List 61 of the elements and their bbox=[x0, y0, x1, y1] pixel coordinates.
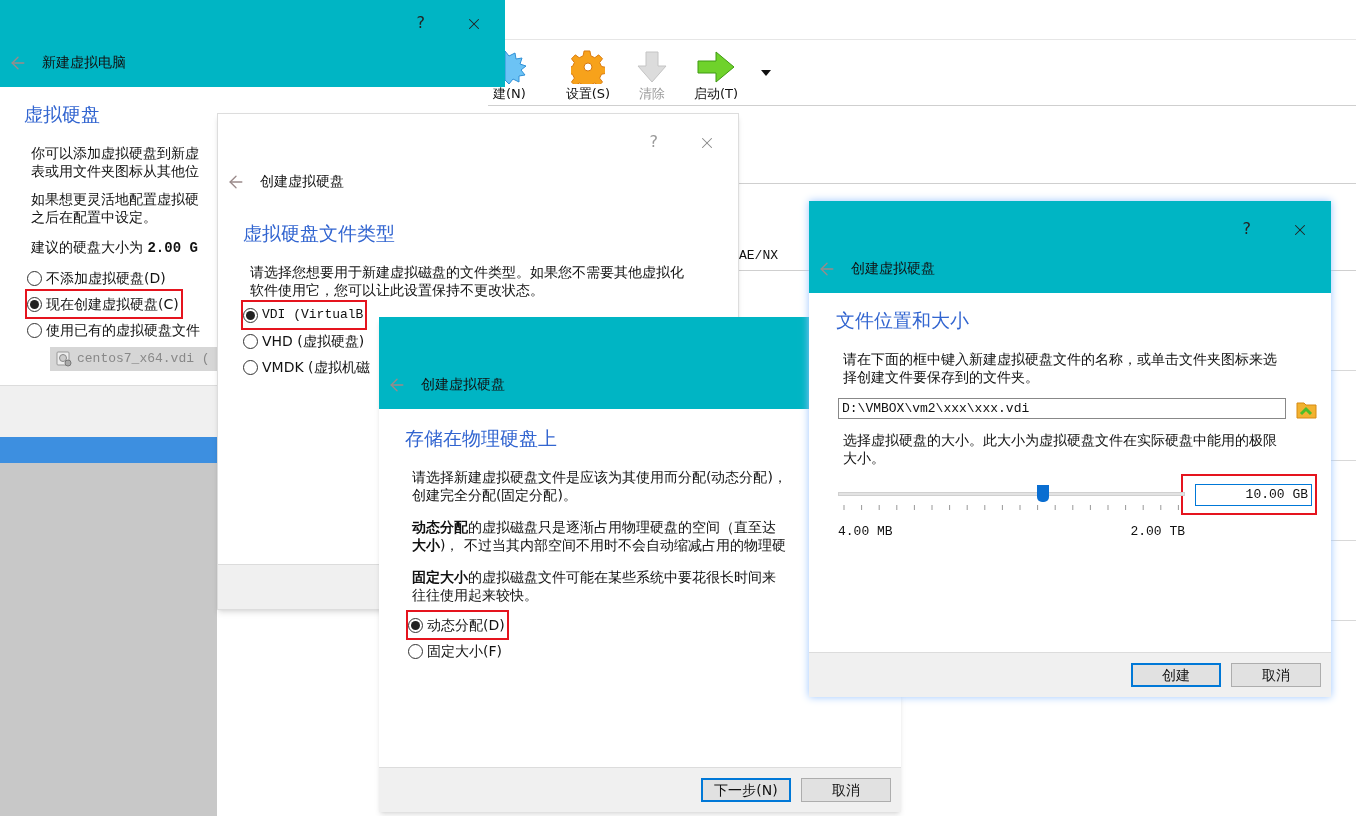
radio-option[interactable]: 固定大小(F) bbox=[408, 638, 504, 664]
dialog-title: 新建虚拟电脑 bbox=[42, 53, 126, 72]
description-text: 大小。 bbox=[843, 449, 885, 467]
toolbar-button[interactable]: 建(N) bbox=[493, 40, 556, 105]
page-heading: 虚拟硬盘 bbox=[24, 102, 100, 126]
down-arrow-icon bbox=[635, 50, 669, 84]
page-heading: 存储在物理硬盘上 bbox=[405, 426, 557, 450]
dialog-button[interactable]: 取消 bbox=[1231, 663, 1321, 687]
radio-option[interactable]: 不添加虚拟硬盘(D) bbox=[27, 265, 168, 291]
description-text: 你可以添加虚拟硬盘到新虚 bbox=[31, 144, 199, 162]
detail-text: AE/NX bbox=[739, 246, 778, 265]
description-text: 选择虚拟硬盘的大小。此大小为虚拟硬盘文件在实际硬盘中能用的极限 bbox=[843, 431, 1277, 449]
radio-option[interactable]: 动态分配(D) bbox=[408, 612, 507, 638]
radio-option[interactable]: 使用已有的虚拟硬盘文件 bbox=[27, 317, 202, 343]
description-text: 请在下面的框中键入新建虚拟硬盘文件的名称，或单击文件夹图标来选 bbox=[843, 350, 1277, 368]
radio-button[interactable] bbox=[27, 270, 42, 286]
description-text: 请选择您想要用于新建虚拟磁盘的文件类型。如果您不需要其他虚拟化 bbox=[250, 263, 684, 281]
radio-option[interactable]: VDI (VirtualB bbox=[243, 302, 366, 328]
dialog-button[interactable]: 下一步(N) bbox=[701, 778, 791, 802]
dialog-button[interactable]: 创建 bbox=[1131, 663, 1221, 687]
dialog-button[interactable]: 取消 bbox=[801, 778, 891, 802]
radio-option[interactable]: VHD (虚拟硬盘) bbox=[243, 328, 367, 354]
slider-thumb[interactable] bbox=[1036, 485, 1049, 502]
gear-icon bbox=[571, 50, 605, 84]
description-text: 择创建文件要保存到的文件夹。 bbox=[843, 368, 1039, 386]
description-text: 创建完全分配(固定分配)。 bbox=[412, 486, 577, 504]
dialog-title: 创建虚拟硬盘 bbox=[260, 172, 344, 191]
radio-button[interactable] bbox=[408, 643, 423, 659]
radio-option[interactable]: 现在创建虚拟硬盘(C) bbox=[27, 291, 181, 317]
radio-button[interactable] bbox=[27, 322, 42, 338]
radio-button[interactable] bbox=[243, 359, 258, 375]
min-size-label: 4.00 MB bbox=[838, 523, 893, 541]
help-button[interactable]: ? bbox=[416, 13, 425, 33]
radio-button[interactable] bbox=[27, 296, 42, 312]
description-text: 动态分配的虚拟磁盘只是逐渐占用物理硬盘的空间（直至达 bbox=[412, 518, 776, 536]
page-heading: 虚拟硬盘文件类型 bbox=[243, 221, 395, 245]
description-text: 请选择新建虚拟硬盘文件是应该为其使用而分配(动态分配)， bbox=[412, 468, 787, 486]
description-text: 之后在配置中设定。 bbox=[31, 208, 157, 226]
description-text: 表或用文件夹图标从其他位 bbox=[31, 162, 199, 180]
page-heading: 文件位置和大小 bbox=[836, 308, 969, 332]
description-text: 大小)， 不过当其内部空间不用时不会自动缩减占用的物理硬 bbox=[412, 536, 786, 554]
toolbar-button[interactable]: 设置(S) bbox=[556, 40, 620, 105]
max-size-label: 2.00 TB bbox=[1130, 523, 1185, 541]
description-text: 固定大小的虚拟磁盘文件可能在某些系统中要花很长时间来 bbox=[412, 568, 776, 586]
help-button[interactable]: ? bbox=[1242, 219, 1251, 239]
radio-button[interactable] bbox=[243, 333, 258, 349]
size-slider[interactable] bbox=[838, 484, 1185, 504]
description-text: 软件使用它，您可以让此设置保持不更改状态。 bbox=[250, 281, 544, 299]
size-field[interactable]: 10.00 GB bbox=[1195, 483, 1312, 506]
radio-button[interactable] bbox=[243, 307, 258, 323]
dialog-title: 创建虚拟硬盘 bbox=[851, 259, 935, 278]
radio-button[interactable] bbox=[408, 617, 423, 633]
description-text: 如果想更灵活地配置虚拟硬 bbox=[31, 190, 199, 208]
description-text: 往往使用起来较快。 bbox=[412, 586, 538, 604]
dialog-title: 创建虚拟硬盘 bbox=[421, 375, 505, 394]
radio-option[interactable]: VMDK (虚拟机磁 bbox=[243, 354, 372, 380]
description-text: 建议的硬盘大小为 2.00 G bbox=[31, 238, 198, 257]
toolbar-button[interactable]: 启动(T) bbox=[684, 40, 748, 105]
path-field[interactable]: D:\VMBOX\vm2\xxx\xxx.vdi bbox=[838, 398, 1286, 419]
right-arrow-icon bbox=[696, 50, 736, 84]
caret-icon[interactable] bbox=[761, 70, 771, 76]
